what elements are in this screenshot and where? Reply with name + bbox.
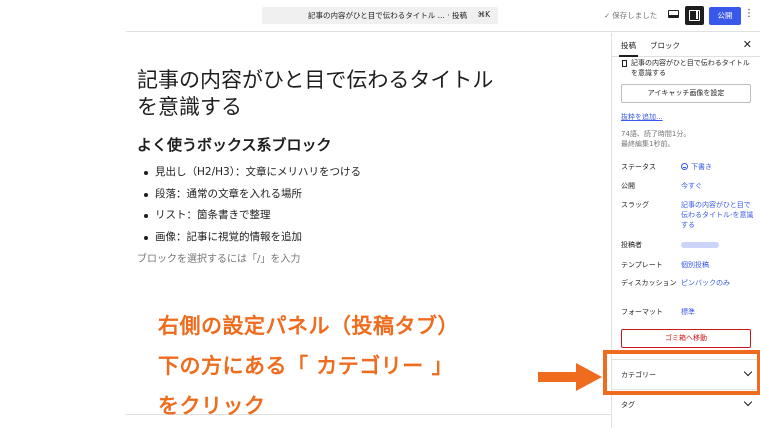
document-title-bar[interactable]: 記事の内容がひと目で伝わるタイトル ... · 投稿 ⌘K [262, 7, 498, 24]
sidebar-tabs: 投稿 ブロック ✕ [612, 33, 760, 57]
sidebar-toggle-icon [689, 10, 700, 21]
annotation-arrow-icon [538, 363, 602, 391]
move-to-trash-button[interactable]: ゴミ箱へ移動 [621, 329, 751, 348]
categories-highlight-box [603, 350, 760, 395]
close-icon[interactable]: ✕ [743, 38, 752, 51]
editor-top-bar: 記事の内容がひと目で伝わるタイトル ... · 投稿 ⌘K ✓ 保存しました 公開… [126, 0, 760, 32]
publish-date-value[interactable]: 今すぐ [681, 181, 755, 191]
list-item[interactable]: 段落：通常の文章を入れる場所 [144, 184, 361, 206]
author-value-redacted[interactable] [681, 242, 719, 248]
check-icon: ✓ [604, 11, 611, 20]
status-label: ステータス [621, 163, 656, 171]
discussion-value[interactable]: ピンバックのみ [681, 278, 755, 288]
post-meta: 74語、読了時間1分。 最終編集1秒前。 [621, 129, 751, 149]
publish-button[interactable]: 公開 [709, 7, 741, 25]
heading-block[interactable]: よく使うボックス系ブロック [137, 134, 332, 155]
last-edited: 最終編集1秒前。 [621, 140, 675, 148]
slug-label: スラッグ [621, 201, 649, 209]
template-value[interactable]: 個別投稿 [681, 260, 755, 270]
tab-block[interactable]: ブロック [650, 40, 680, 51]
save-status: ✓ 保存しました [604, 10, 657, 21]
annotation-line-3: をクリック [158, 394, 266, 418]
template-label: テンプレート [621, 261, 663, 269]
command-shortcut: ⌘K [477, 10, 490, 19]
word-count: 74語、読了時間1分。 [621, 130, 691, 138]
saved-label: 保存しました [612, 11, 658, 20]
list-item[interactable]: 画像：記事に視覚的情報を追加 [144, 227, 361, 249]
discussion-label: ディスカッション [621, 279, 677, 287]
post-summary-title: 記事の内容がひと目で伝わるタイトル を意識する [631, 59, 750, 77]
post-title[interactable]: 記事の内容がひと目で伝わるタイトル を意識する [137, 67, 497, 121]
author-label: 投稿者 [621, 241, 642, 249]
draft-status-icon [681, 163, 688, 170]
publish-label: 公開 [621, 182, 635, 190]
format-value[interactable]: 標準 [681, 307, 755, 317]
slug-value[interactable]: 記事の内容がひと目で伝わるタイトル-を意識する [681, 200, 755, 230]
annotation-line-1: 右側の設定パネル（投稿タブ） [158, 314, 459, 338]
format-label: フォーマット [621, 308, 663, 316]
list-item[interactable]: 見出し（H2/H3）：文章にメリハリをつける [144, 162, 361, 184]
add-excerpt-link[interactable]: 抜粋を追加... [621, 112, 663, 122]
status-text: 下書き [691, 163, 712, 171]
block-placeholder[interactable]: ブロックを選択するには「/」を入力 [137, 250, 300, 265]
list-item[interactable]: リスト：箇条書きで整理 [144, 205, 361, 227]
list-block[interactable]: 見出し（H2/H3）：文章にメリハリをつける 段落：通常の文章を入れる場所 リス… [144, 162, 361, 249]
page-icon [622, 60, 627, 67]
chevron-down-icon [743, 397, 753, 407]
annotation-line-2: 下の方にある「 カテゴリー 」 [158, 354, 454, 378]
vertical-ellipsis-icon[interactable]: ⋮ [744, 8, 754, 19]
settings-toggle-button[interactable] [685, 6, 704, 25]
document-title: 記事の内容がひと目で伝わるタイトル ... · 投稿 [308, 11, 467, 20]
desktop-view-icon[interactable] [668, 10, 679, 18]
set-featured-image-button[interactable]: アイキャッチ画像を設定 [621, 84, 751, 103]
status-value[interactable]: 下書き [681, 162, 755, 172]
tab-post[interactable]: 投稿 [619, 40, 638, 57]
tags-label: タグ [621, 401, 635, 409]
